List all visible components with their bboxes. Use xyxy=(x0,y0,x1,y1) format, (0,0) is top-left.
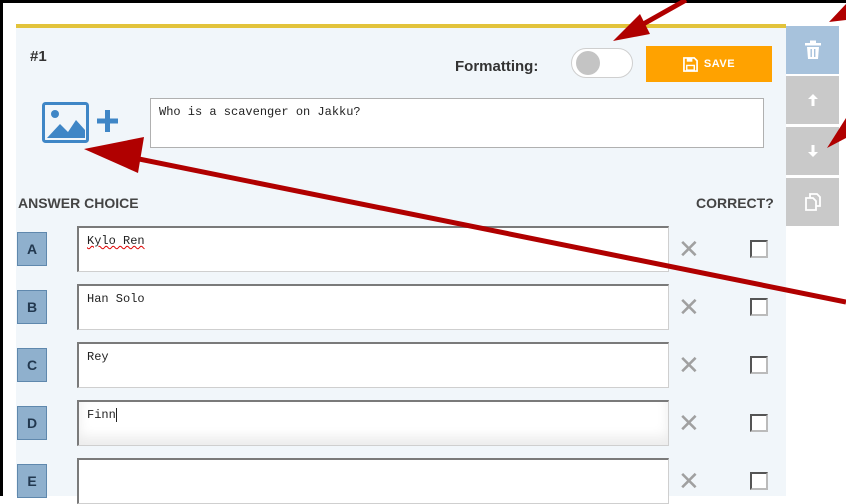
answer-letter: E xyxy=(17,464,47,498)
question-editor-panel: #1 Formatting: SAVE Who is a scavenger o… xyxy=(16,24,786,504)
correct-checkbox[interactable] xyxy=(750,298,768,316)
add-image-button[interactable] xyxy=(42,102,132,146)
answer-input[interactable]: Finn xyxy=(77,400,669,446)
correct-checkbox[interactable] xyxy=(750,356,768,374)
answer-letter: A xyxy=(17,232,47,266)
answer-row-e: E ✕ xyxy=(16,458,786,504)
answer-row-b: B Han Solo ✕ xyxy=(16,284,786,330)
answer-text: Kylo Ren xyxy=(87,234,145,248)
question-text: Who is a scavenger on Jakku? xyxy=(159,105,361,119)
answer-text: Finn xyxy=(87,408,116,423)
move-down-button[interactable] xyxy=(786,127,839,175)
delete-question-button[interactable] xyxy=(786,26,839,74)
answer-text: Han Solo xyxy=(87,292,145,306)
answer-row-d: D Finn ✕ xyxy=(16,400,786,446)
correct-checkbox[interactable] xyxy=(750,472,768,490)
save-button[interactable]: SAVE xyxy=(646,46,772,82)
remove-answer-icon[interactable]: ✕ xyxy=(678,410,700,436)
duplicate-question-button[interactable] xyxy=(786,178,839,226)
correct-header: CORRECT? xyxy=(696,195,774,211)
answer-input[interactable]: Kylo Ren xyxy=(77,226,669,272)
answer-text: Rey xyxy=(87,350,109,364)
answer-input[interactable]: Rey xyxy=(77,342,669,388)
text-cursor xyxy=(115,408,117,422)
remove-answer-icon[interactable]: ✕ xyxy=(678,468,700,494)
remove-answer-icon[interactable]: ✕ xyxy=(678,294,700,320)
answer-input[interactable]: Han Solo xyxy=(77,284,669,330)
arrow-down-icon xyxy=(807,145,818,157)
save-label: SAVE xyxy=(703,58,736,70)
answer-letter: D xyxy=(17,406,47,440)
correct-checkbox[interactable] xyxy=(750,240,768,258)
formatting-label: Formatting: xyxy=(455,58,539,75)
remove-answer-icon[interactable]: ✕ xyxy=(678,236,700,262)
floppy-disk-icon xyxy=(683,56,698,72)
move-up-button[interactable] xyxy=(786,76,839,124)
answer-row-a: A Kylo Ren ✕ xyxy=(16,226,786,272)
duplicate-icon xyxy=(804,193,821,211)
trash-icon xyxy=(804,40,821,59)
question-number: #1 xyxy=(30,48,47,65)
answer-choice-header: ANSWER CHOICE xyxy=(18,195,139,211)
remove-answer-icon[interactable]: ✕ xyxy=(678,352,700,378)
correct-checkbox[interactable] xyxy=(750,414,768,432)
answer-letter: C xyxy=(17,348,47,382)
arrow-up-icon xyxy=(807,94,818,106)
answer-letter: B xyxy=(17,290,47,324)
image-plus-icon xyxy=(42,102,118,143)
answer-row-c: C Rey ✕ xyxy=(16,342,786,388)
answer-input[interactable] xyxy=(77,458,669,504)
question-text-input[interactable]: Who is a scavenger on Jakku? xyxy=(150,98,764,148)
formatting-toggle[interactable] xyxy=(571,48,633,78)
toggle-knob xyxy=(576,51,600,75)
